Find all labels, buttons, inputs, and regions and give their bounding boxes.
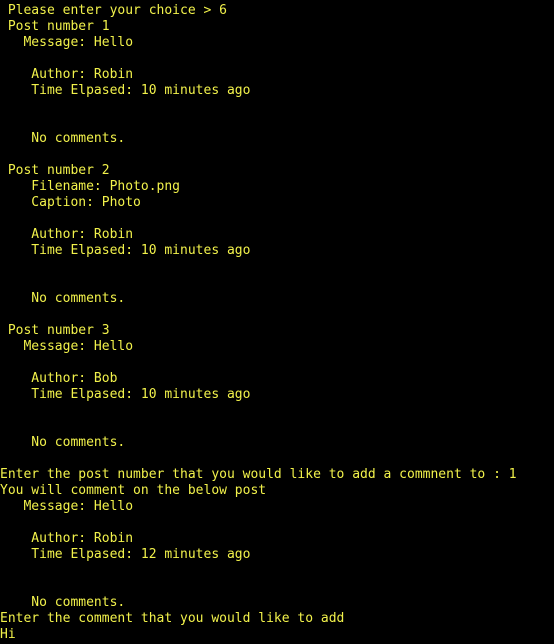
console-line: Message: Hello <box>0 35 134 50</box>
console-line: Author: Robin <box>0 531 134 546</box>
console-line: Time Elpased: 10 minutes ago <box>0 83 251 98</box>
console-line: Time Elpased: 12 minutes ago <box>0 547 251 562</box>
console-line: Post number 1 <box>0 19 110 34</box>
console-line: Time Elpased: 10 minutes ago <box>0 387 251 402</box>
console-line: Author: Robin <box>0 67 134 82</box>
console-output[interactable]: Please enter your choice > 6 Post number… <box>0 0 554 644</box>
console-line: Enter the comment that you would like to… <box>0 611 345 626</box>
console-line: No comments. <box>0 595 126 610</box>
console-line: Time Elpased: 10 minutes ago <box>0 243 251 258</box>
console-line: Filename: Photo.png <box>0 179 181 194</box>
console-line: You will comment on the below post <box>0 483 267 498</box>
console-line: No comments. <box>0 435 126 450</box>
console-line: Post number 3 <box>0 323 110 338</box>
console-line: No comments. <box>0 291 126 306</box>
console-line: Post number 2 <box>0 163 110 178</box>
console-line: Author: Bob <box>0 371 118 386</box>
console-line: Enter the post number that you would lik… <box>0 467 517 482</box>
console-line: Please enter your choice > 6 <box>0 3 227 18</box>
console-line: No comments. <box>0 131 126 146</box>
console-line: Message: Hello <box>0 499 134 514</box>
console-line: Caption: Photo <box>0 195 141 210</box>
console-line: Author: Robin <box>0 227 134 242</box>
console-line: Hi <box>0 627 16 642</box>
console-line: Message: Hello <box>0 339 134 354</box>
